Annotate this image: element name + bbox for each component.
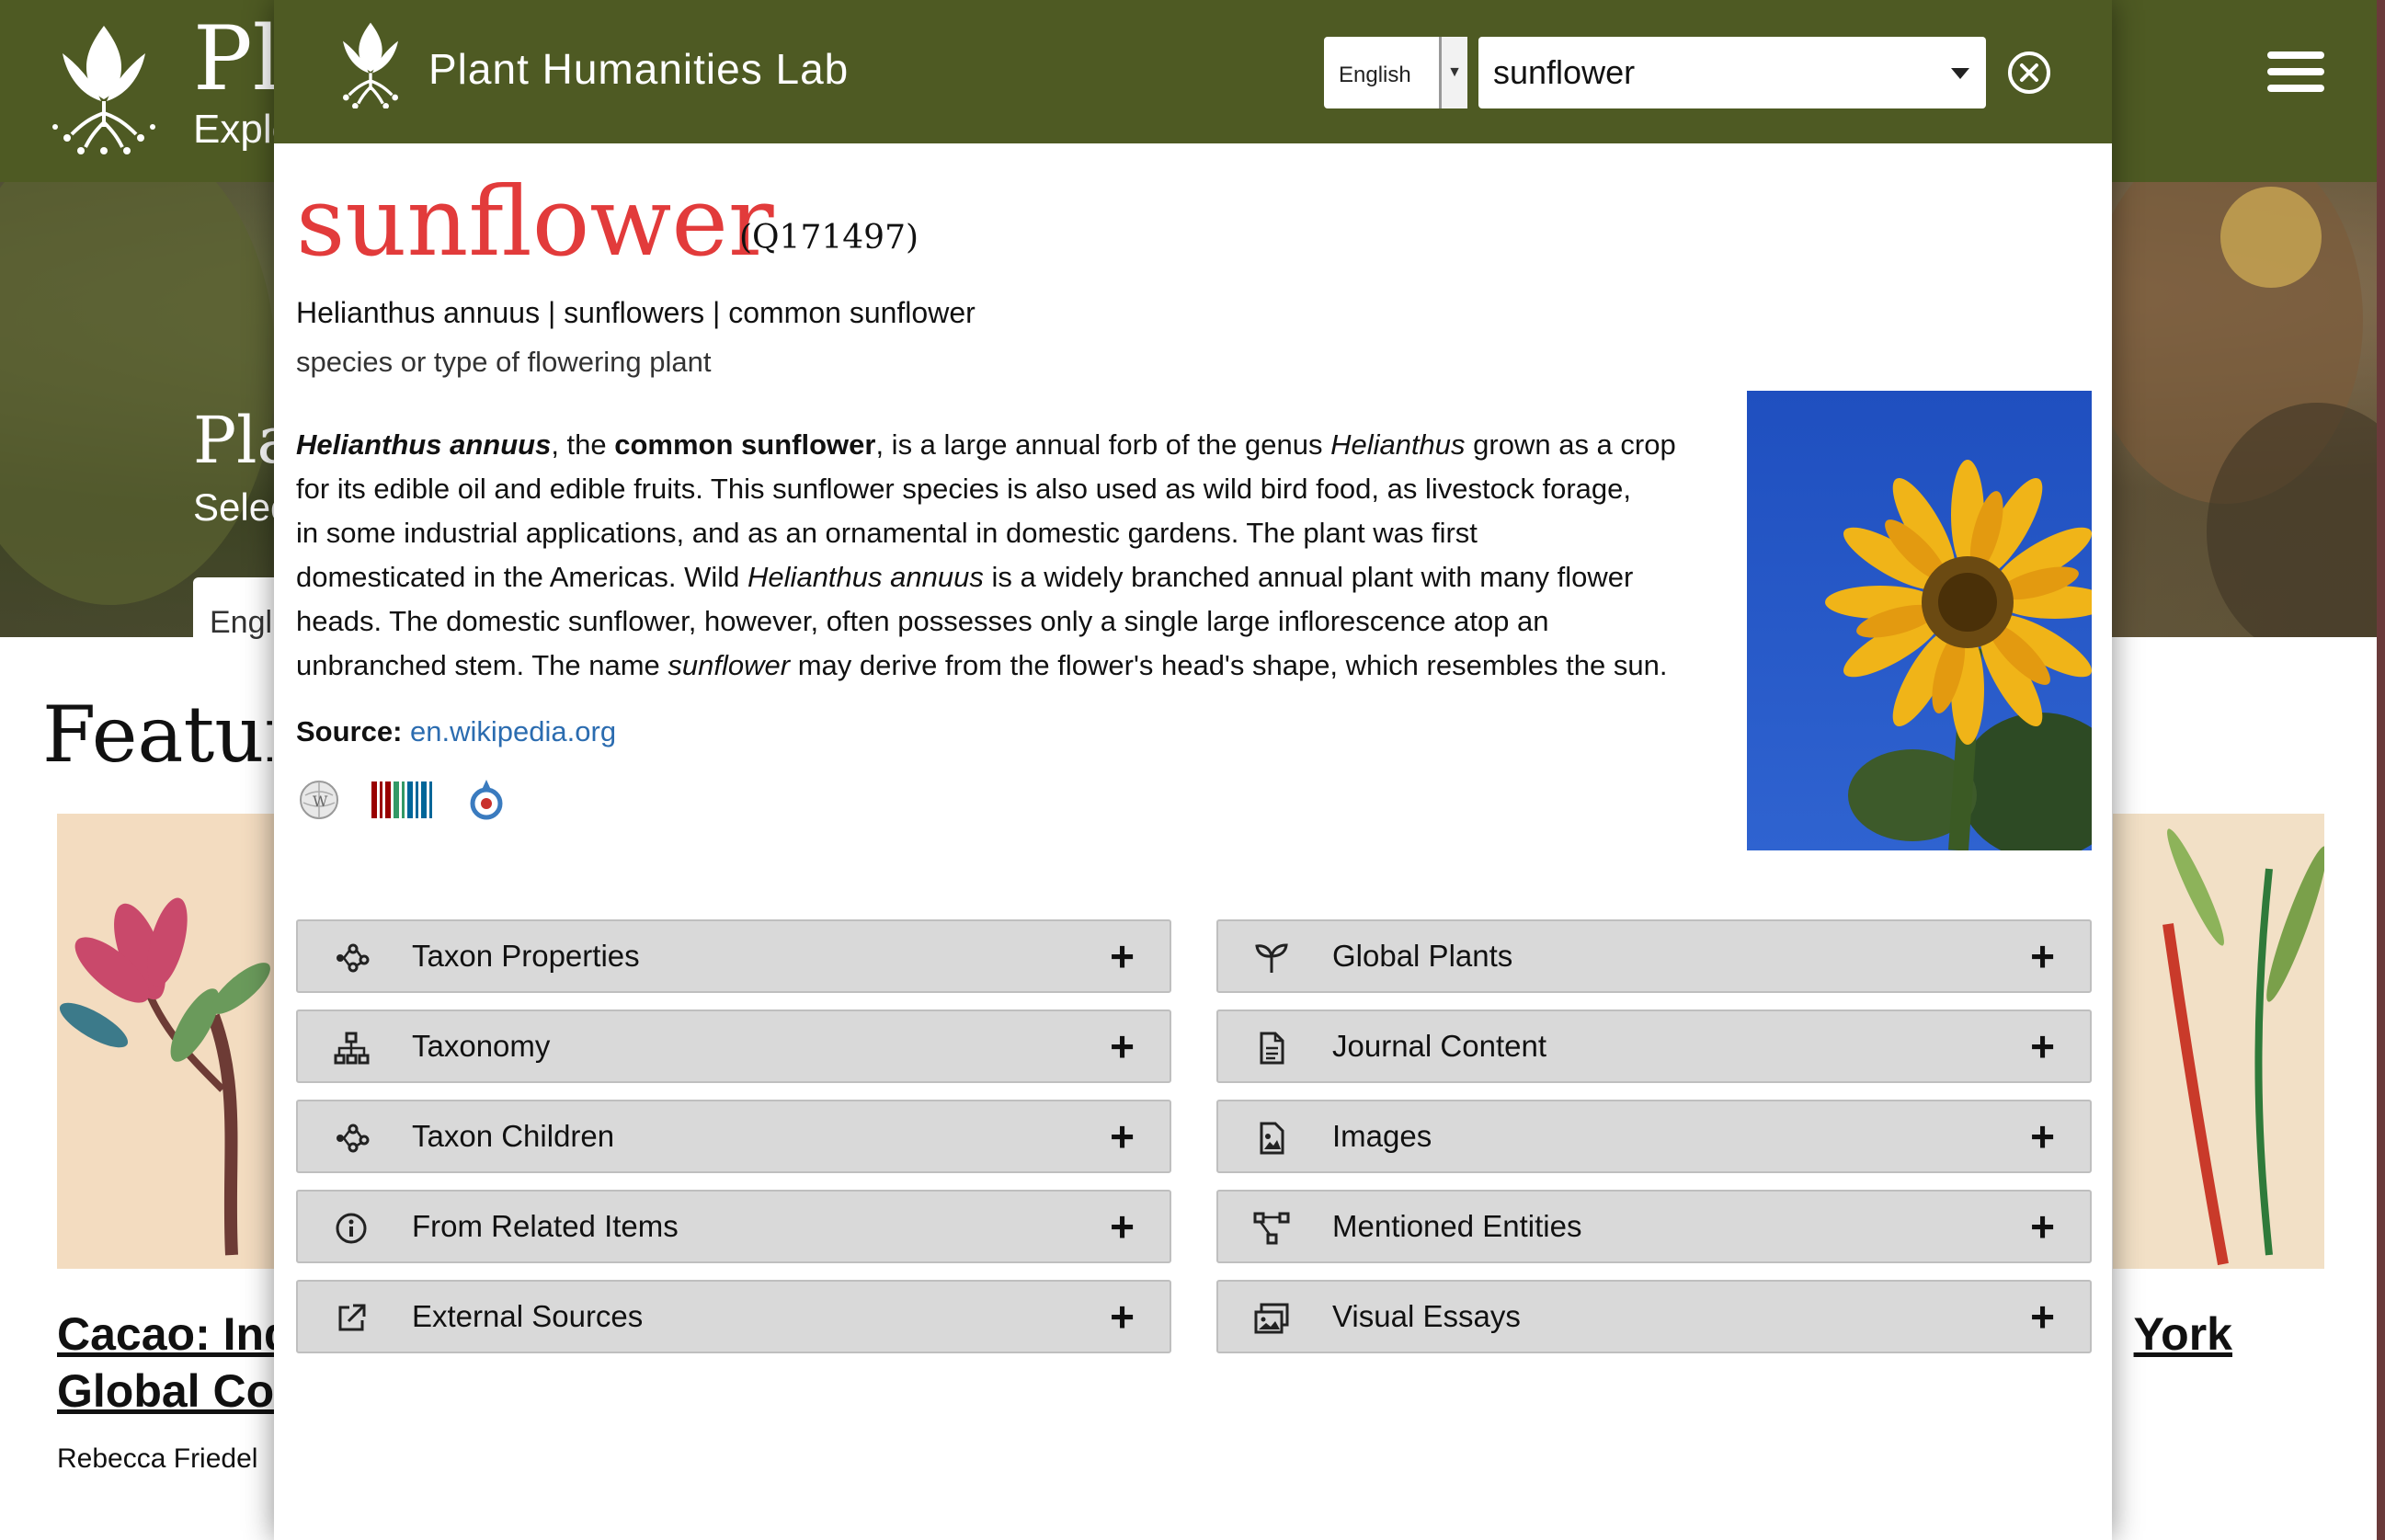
expand-plus-icon[interactable]: + [2030,1192,2055,1261]
accordion-label: Images [1332,1119,1432,1153]
expand-plus-icon[interactable]: + [2030,921,2055,991]
featured-card-image-right[interactable] [2113,814,2324,1269]
accordion-label: External Sources [412,1299,644,1333]
accordion-from-related-items[interactable]: From Related Items + [296,1190,1171,1263]
extract-line: in some industrial applications, and as … [296,517,1478,549]
featured-card-title-left[interactable]: Cacao: Indigenous Global Commodity [57,1306,276,1420]
extract-line: heads. The domestic sunflower, however, … [296,605,1549,637]
entity-extract: Helianthus annuus, the common sunflower,… [296,423,1712,688]
entity-aliases: Helianthus annuus | sunflowers | common … [296,296,976,329]
network-icon [337,943,370,973]
extract-line: Helianthus annuus, the common sunflower,… [296,428,1676,461]
expand-plus-icon[interactable]: + [1110,1011,1135,1081]
seedling-icon [1255,943,1288,973]
accordion-global-plants[interactable]: Global Plants + [1216,919,2092,993]
svg-text:W: W [313,793,328,810]
accordion-visual-essays[interactable]: Visual Essays + [1216,1280,2092,1353]
accordion-journal-content[interactable]: Journal Content + [1216,1010,2092,1083]
accordion-label: Mentioned Entities [1332,1209,1582,1243]
accordion-taxonomy[interactable]: Taxonomy + [296,1010,1171,1083]
featured-card-author: Rebecca Friedel [57,1443,258,1474]
extract-line: domesticated in the Americas. Wild Helia… [296,561,1634,593]
site-title[interactable]: Plant Humanities Lab [193,7,285,110]
accordion-label: Global Plants [1332,939,1513,973]
featured-card-image-left[interactable] [57,814,278,1269]
accordion-label: Taxon Children [412,1119,615,1153]
modal-header: Plant Humanities Lab English ▼ sunflower [274,0,2112,143]
source-line: Source: en.wikipedia.org [296,715,616,748]
expand-plus-icon[interactable]: + [1110,1282,1135,1352]
extract-line: unbranched stem. The name sunflower may … [296,649,1668,681]
wikipedia-icon[interactable]: W [296,777,342,823]
graph-icon [1253,1212,1290,1245]
image-file-icon [1260,1122,1284,1155]
entity-qid: (Q171497) [739,219,919,257]
hero-subtitle: Select [193,485,276,529]
images-icon [1254,1303,1289,1334]
search-input[interactable]: sunflower [1478,37,1986,108]
site-subtitle: Explore [193,107,285,152]
entity-title: sunflower [296,165,774,278]
accordion-taxon-children[interactable]: Taxon Children + [296,1100,1171,1173]
accordion-external-sources[interactable]: External Sources + [296,1280,1171,1353]
expand-plus-icon[interactable]: + [1110,921,1135,991]
close-circle-icon[interactable] [2006,50,2052,96]
featured-card-title-right[interactable]: York [2113,1306,2232,1363]
sunflower-image[interactable] [1747,391,2092,850]
wikidata-icon[interactable] [370,777,438,823]
sitemap-icon [334,1032,370,1065]
source-label: Source: [296,715,403,747]
accordion-label: Journal Content [1332,1029,1546,1063]
dropdown-caret-icon[interactable] [1951,68,1969,79]
expand-plus-icon[interactable]: + [1110,1192,1135,1261]
entity-description: species or type of flowering plant [296,346,712,378]
modal-title: Plant Humanities Lab [428,45,850,93]
source-link[interactable]: en.wikipedia.org [410,715,616,747]
accordion-label: Visual Essays [1332,1299,1521,1333]
accordion-mentioned-entities[interactable]: Mentioned Entities + [1216,1190,2092,1263]
hero-title: Plant [193,403,276,478]
expand-plus-icon[interactable]: + [2030,1011,2055,1081]
expand-plus-icon[interactable]: + [2030,1101,2055,1171]
expand-plus-icon[interactable]: + [2030,1282,2055,1352]
language-select-value: English [1339,63,1411,87]
caret-down-icon[interactable]: ▼ [1439,37,1467,108]
plant-logo-icon[interactable] [329,17,412,113]
network-icon [337,1124,370,1153]
hamburger-menu-icon[interactable] [2267,51,2324,92]
plant-logo-icon[interactable] [44,17,164,159]
external-link-icon [338,1304,366,1331]
document-icon [1260,1032,1284,1065]
accordion-label: Taxon Properties [412,939,640,973]
accordion-images[interactable]: Images + [1216,1100,2092,1173]
language-select[interactable]: English ▼ [1324,37,1467,108]
expand-plus-icon[interactable]: + [1110,1101,1135,1171]
search-input-value: sunflower [1493,53,1636,91]
accordion-label: From Related Items [412,1209,679,1243]
entity-modal: Plant Humanities Lab English ▼ sunflower… [274,0,2112,1540]
featured-heading: Featured [42,690,272,780]
extract-line: for its edible oil and edible fruits. Th… [296,473,1631,505]
page-edge [2377,0,2385,1540]
accordion-label: Taxonomy [412,1029,551,1063]
info-icon [336,1213,367,1244]
accordion-taxon-properties[interactable]: Taxon Properties + [296,919,1171,993]
wikimedia-commons-icon[interactable] [463,777,509,823]
